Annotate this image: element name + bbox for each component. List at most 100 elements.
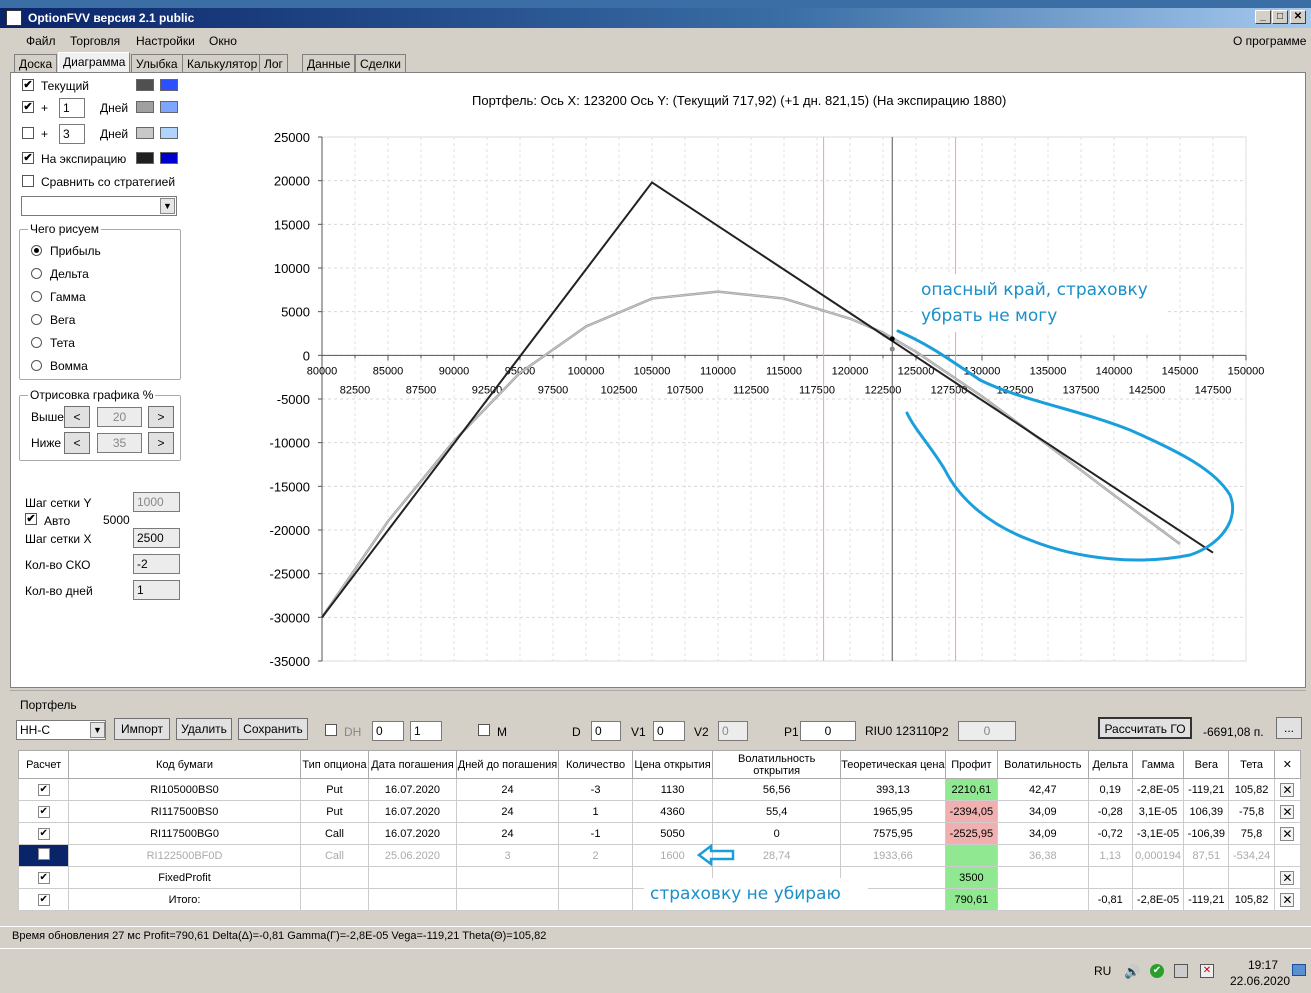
dh-input-1[interactable]: 0 [372,721,404,741]
col-date[interactable]: Дата погашения [368,750,457,779]
cell-qty [558,866,633,889]
cell-code: Итого: [68,888,301,911]
p2-input[interactable]: 0 [958,721,1016,741]
cell-type: Call [299,822,370,845]
v1-input[interactable]: 0 [653,721,685,741]
cell-type [299,888,370,911]
cell-theta: 105,82 [1228,888,1275,911]
row-checkbox[interactable]: ✔ [37,828,50,840]
table-row[interactable]: ✔ RI117500BG0 Call 16.07.2020 24 -1 5050 0 7575,… [17,822,1302,845]
cell-vega: -106,39 [1183,822,1230,845]
col-delta[interactable]: Дельта [1087,750,1133,779]
language-indicator[interactable]: RU [1094,964,1111,978]
y-tick-label: -25000 [270,567,310,582]
clock-time: 19:17 [1248,958,1279,972]
d-input[interactable]: 0 [591,721,621,741]
row-checkbox[interactable]: ✔ [37,894,50,906]
cell-profit: -2394,05 [944,800,999,823]
network-icon[interactable] [1174,964,1188,978]
row-calc-checkbox[interactable]: ✔ [17,778,70,801]
p2-label: P2 [934,725,949,739]
cell-delta: 1,13 [1087,844,1133,867]
cell-vol [997,888,1089,911]
remove-row-icon[interactable]: ✕ [1280,892,1295,907]
remove-row-icon[interactable]: ✕ [1280,804,1295,819]
x-tick-label-bottom: 117500 [799,384,835,396]
row-calc-checkbox[interactable]: ✔ [17,822,70,845]
p1-input[interactable]: 0 [800,721,856,741]
row-calc-checkbox[interactable]: ✔ [17,888,70,911]
table-row[interactable]: ✔ RI105000BS0 Put 16.07.2020 24 -3 1130 56,56 39… [17,778,1302,801]
cell-theo: 393,13 [840,778,946,801]
show-desktop-icon[interactable] [1292,964,1306,976]
y-tick-label: -5000 [277,392,310,407]
dh-checkbox[interactable] [325,724,337,736]
cell-days: 3 [455,844,560,867]
remove-row-icon[interactable]: ✕ [1280,826,1295,841]
row-checkbox[interactable]: ✔ [37,872,50,884]
m-checkbox[interactable] [478,724,490,736]
volume-icon[interactable]: 🔊 [1124,964,1140,980]
col-profit[interactable]: Профит [944,750,999,779]
col-gamma[interactable]: Гамма [1131,750,1185,779]
payoff-chart: 25000 20000 15000 10000 5000 0 -5000 -10000 -150… [270,130,1265,669]
shield-icon[interactable]: ✔ [1150,964,1164,978]
col-qty[interactable]: Количество [558,750,633,779]
table-row[interactable]: RI122500BF0D Call 25.06.2020 3 2 1600 28,74 193… [17,844,1302,867]
row-calc-checkbox[interactable]: ✔ [17,800,70,823]
x-tick-label-top: 90000 [439,365,470,377]
remove-row-icon[interactable]: ✕ [1280,870,1295,885]
col-type[interactable]: Тип опциона [299,750,370,779]
printer-icon[interactable]: ✕ [1200,964,1214,978]
col-theo[interactable]: Теоретическая цена [840,750,946,779]
x-tick-label-bottom: 87500 [406,384,437,396]
cell-date: 16.07.2020 [368,800,457,823]
cell-type [299,866,370,889]
cell-qty: -3 [558,778,633,801]
cell-vol: 36,38 [997,844,1089,867]
cell-date: 25.06.2020 [368,844,457,867]
cell-theta: 75,8 [1228,822,1275,845]
v2-input[interactable]: 0 [718,721,748,741]
x-tick-label-top: 150000 [1228,365,1265,377]
cell-date: 16.07.2020 [368,822,457,845]
col-vega[interactable]: Вега [1183,750,1230,779]
row-remove-cell: ✕ [1273,866,1302,889]
cell-date: 16.07.2020 [368,778,457,801]
col-code[interactable]: Код бумаги [68,750,301,779]
cell-theta: -75,8 [1228,800,1275,823]
col-days[interactable]: Дней до погашения [455,750,560,779]
col-vol-open[interactable]: Волатильность открытия [712,750,842,779]
portfolio-chevron-icon[interactable]: ▼ [90,722,105,738]
save-button[interactable]: Сохранить [238,718,308,740]
more-button[interactable]: ... [1276,717,1302,739]
m-label: M [497,725,507,739]
remove-row-icon[interactable]: ✕ [1280,782,1295,797]
cell-vega [1183,866,1230,889]
d-label: D [572,725,581,739]
cell-type: Put [299,778,370,801]
cell-gamma: -2,8E-05 [1131,778,1185,801]
y-tick-label: -30000 [270,610,310,625]
col-vol[interactable]: Волатильность [997,750,1089,779]
status-text: Время обновления 27 мс Profit=790,61 Del… [12,930,547,942]
row-checkbox[interactable] [37,848,50,860]
row-checkbox[interactable]: ✔ [37,806,50,818]
calc-go-button[interactable]: Рассчитать ГО [1098,717,1192,739]
dh-input-2[interactable]: 1 [410,721,442,741]
col-theta[interactable]: Тета [1228,750,1275,779]
x-tick-label-top: 145000 [1162,365,1199,377]
row-checkbox[interactable]: ✔ [37,784,50,796]
cell-delta: -0,81 [1087,888,1133,911]
import-button[interactable]: Импорт [114,718,170,740]
table-row[interactable]: ✔ RI117500BS0 Put 16.07.2020 24 1 4360 55,4 1965… [17,800,1302,823]
delete-button[interactable]: Удалить [176,718,232,740]
row-calc-checkbox[interactable] [17,844,70,867]
col-price[interactable]: Цена открытия [631,750,714,779]
row-calc-checkbox[interactable]: ✔ [17,866,70,889]
cell-code: RI122500BF0D [68,844,301,867]
col-calc[interactable]: Расчет [17,750,70,779]
cell-delta: 0,19 [1087,778,1133,801]
col-close[interactable]: ✕ [1273,750,1302,779]
y-tick-label: -20000 [270,523,310,538]
